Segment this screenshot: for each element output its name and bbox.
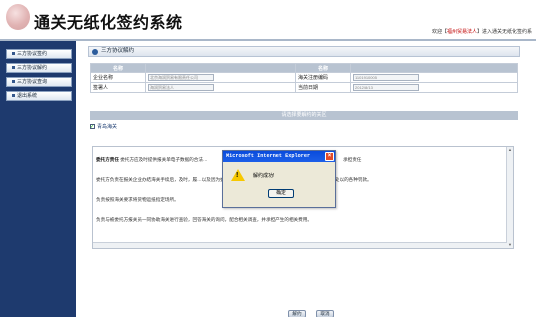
bullet-icon bbox=[12, 94, 15, 98]
agreement-para-1-bold: 委托方责任 bbox=[96, 157, 119, 162]
welcome-prefix: 欢迎【 bbox=[431, 29, 447, 35]
sidebar-item-query[interactable]: 三方协议查询 bbox=[6, 77, 72, 87]
welcome-user: 福州贸易法人 bbox=[446, 29, 477, 35]
sidebar-item-label: 三方协议解约 bbox=[17, 65, 48, 71]
close-icon[interactable]: × bbox=[325, 152, 334, 161]
header-divider bbox=[0, 39, 536, 41]
table-header bbox=[350, 63, 518, 73]
date-label: 当前日期 bbox=[295, 82, 351, 93]
info-table: 名称 名称 企业名称 北京海润贸易有限责任公司 海关注册编码 110191000… bbox=[90, 63, 518, 93]
signer-label: 签署人 bbox=[90, 82, 146, 93]
scroll-up-icon[interactable]: ▲ bbox=[507, 147, 513, 153]
section-header: 三方协议解约 bbox=[88, 46, 520, 57]
globe-logo-icon bbox=[6, 4, 30, 30]
sidebar-item-label: 三方协议签约 bbox=[17, 51, 48, 57]
sidebar-item-cancel[interactable]: 三方协议解约 bbox=[6, 63, 72, 73]
table-header: 名称 bbox=[295, 63, 351, 73]
customs-option[interactable]: 青岛海关 bbox=[90, 122, 518, 132]
sidebar-item-sign[interactable]: 三方协议签约 bbox=[6, 49, 72, 59]
company-name-field[interactable]: 北京海润贸易有限责任公司 bbox=[148, 74, 214, 81]
horizontal-scrollbar[interactable] bbox=[93, 242, 507, 248]
header: 通关无纸化签约系统 欢迎【福州贸易法人】进入通关无纸化签约系 bbox=[0, 0, 536, 39]
table-header: 名称 bbox=[90, 63, 146, 73]
customs-code-field[interactable]: 1101910005 bbox=[353, 74, 419, 81]
customs-checkbox-label: 青岛海关 bbox=[97, 124, 118, 130]
sidebar-item-label: 退出系统 bbox=[17, 93, 38, 99]
scroll-down-icon[interactable]: ▼ bbox=[507, 242, 513, 248]
warning-mark: ! bbox=[236, 172, 239, 179]
dialog-message: 解约成功! bbox=[253, 173, 275, 179]
sidebar-item-label: 三方协议查询 bbox=[17, 79, 48, 85]
date-field[interactable]: 2012/8/13 bbox=[353, 84, 419, 91]
customs-select-bar: 请选择要解约的关区 bbox=[90, 111, 518, 120]
bullet-icon bbox=[12, 52, 15, 56]
company-name-label: 企业名称 bbox=[90, 72, 146, 83]
customs-code-label: 海关注册编码 bbox=[295, 72, 351, 83]
welcome-suffix: 】进入通关无纸化签约系 bbox=[476, 29, 532, 35]
agreement-para-1-text: 委托方应及时提供报关单电子数据的合法… bbox=[120, 157, 208, 162]
section-title: 三方协议解约 bbox=[101, 48, 135, 54]
dialog-title: Microsoft Internet Explorer bbox=[223, 151, 335, 162]
customs-checkbox[interactable] bbox=[90, 122, 95, 132]
ok-button[interactable]: 确定 bbox=[268, 189, 294, 198]
welcome-text: 欢迎【福州贸易法人】进入通关无纸化签约系 bbox=[432, 28, 532, 35]
signer-field[interactable]: 海润贸易法人 bbox=[148, 84, 214, 91]
agreement-para-1: 委托方责任 委托方应及时提供报关单电子数据的合法… bbox=[96, 157, 208, 163]
alert-dialog: Microsoft Internet Explorer × ! 解约成功! 确定 bbox=[222, 150, 336, 208]
agreement-para-1-tail: 承担责任 bbox=[343, 157, 362, 162]
bullet-icon bbox=[12, 66, 15, 70]
bullet-icon bbox=[12, 80, 15, 84]
agreement-para-4: 负责与被委托方报关员一同协助海关进行查验，回答海关的询问，配合相关调查，并承担产… bbox=[96, 217, 312, 222]
section-icon bbox=[92, 49, 98, 55]
sidebar-item-logout[interactable]: 退出系统 bbox=[6, 91, 72, 101]
agreement-para-3: 负责按照海关要求将货物运抵指定场所。 bbox=[96, 197, 179, 202]
cancel-button[interactable]: 取消 bbox=[316, 310, 334, 317]
table-header bbox=[145, 63, 296, 73]
vertical-scrollbar[interactable]: ▲ ▼ bbox=[506, 147, 513, 248]
app-title: 通关无纸化签约系统 bbox=[34, 13, 183, 32]
cancel-contract-button[interactable]: 解约 bbox=[288, 310, 306, 317]
sidebar: 三方协议签约 三方协议解约 三方协议查询 退出系统 bbox=[0, 41, 76, 317]
